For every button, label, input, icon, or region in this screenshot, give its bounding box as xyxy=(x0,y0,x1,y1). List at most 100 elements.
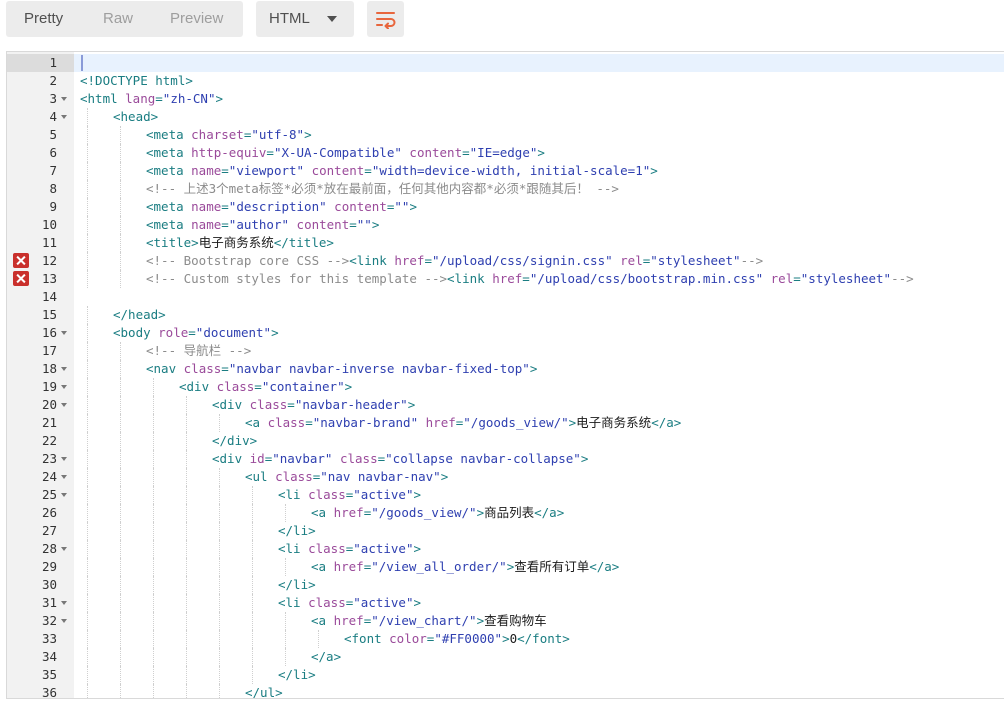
wrap-lines-button[interactable] xyxy=(367,1,404,37)
code-line[interactable]: 12 <!-- Bootstrap core CSS --><link href=… xyxy=(7,252,1004,270)
code-line[interactable]: 18 <nav class="navbar navbar-inverse navb… xyxy=(7,360,1004,378)
code-token: <!-- Bootstrap core CSS --> xyxy=(146,253,350,268)
code-line[interactable]: 14 xyxy=(7,288,1004,306)
code-line[interactable]: 20 <div class="navbar-header"> xyxy=(7,396,1004,414)
code-line[interactable]: 34 </a> xyxy=(7,648,1004,666)
fold-toggle-icon[interactable] xyxy=(61,457,67,461)
fold-toggle-icon[interactable] xyxy=(61,331,67,335)
code-line[interactable]: 7 <meta name="viewport" content="width=de… xyxy=(7,162,1004,180)
code-line[interactable]: 13 <!-- Custom styles for this template -… xyxy=(7,270,1004,288)
indent-guide xyxy=(252,558,253,576)
code-token: href xyxy=(394,253,425,268)
code-token: <html xyxy=(80,91,126,106)
indent-guide xyxy=(186,612,187,630)
code-line[interactable]: 29 <a href="/view_all_order/">查看所有订单</a> xyxy=(7,558,1004,576)
code-line[interactable]: 24 <ul class="nav navbar-nav"> xyxy=(7,468,1004,486)
indent-guide xyxy=(87,468,88,486)
fold-toggle-icon[interactable] xyxy=(61,97,67,101)
fold-toggle-icon[interactable] xyxy=(61,115,67,119)
code-token: <!DOCTYPE html> xyxy=(80,73,193,88)
line-number: 26 xyxy=(41,505,57,520)
fold-toggle-icon[interactable] xyxy=(61,367,67,371)
code-text: <!-- Bootstrap core CSS --><link href="/… xyxy=(146,252,763,270)
code-text: <meta charset="utf-8"> xyxy=(146,126,312,144)
code-line[interactable]: 23 <div id="navbar" class="collapse navba… xyxy=(7,450,1004,468)
code-token: <ul xyxy=(245,469,276,484)
code-line[interactable]: 35 </li> xyxy=(7,666,1004,684)
indent-guide xyxy=(120,594,121,612)
line-number: 33 xyxy=(41,631,57,646)
fold-toggle-icon[interactable] xyxy=(61,493,67,497)
code-line[interactable]: 15 </head> xyxy=(7,306,1004,324)
code-line[interactable]: 10 <meta name="author" content=""> xyxy=(7,216,1004,234)
code-line[interactable]: 2 <!DOCTYPE html> xyxy=(7,72,1004,90)
error-icon[interactable] xyxy=(13,253,29,268)
code-line[interactable]: 36 </ul> xyxy=(7,684,1004,698)
code-token: 商品列表 xyxy=(484,505,535,520)
indent-guide xyxy=(186,630,187,648)
indent-guide xyxy=(153,432,154,450)
error-icon[interactable] xyxy=(13,271,29,286)
code-line[interactable]: 33 <font color="#FF0000">0</font> xyxy=(7,630,1004,648)
fold-toggle-icon[interactable] xyxy=(61,601,67,605)
fold-toggle-icon[interactable] xyxy=(61,547,67,551)
indent-guide xyxy=(87,252,88,270)
code-line[interactable]: 31 <li class="active"> xyxy=(7,594,1004,612)
code-line[interactable]: 16 <body role="document"> xyxy=(7,324,1004,342)
code-line[interactable]: 22 </div> xyxy=(7,432,1004,450)
code-text: <div class="container"> xyxy=(179,378,352,396)
indent-guide xyxy=(87,198,88,216)
indent-guide xyxy=(219,504,220,522)
fold-toggle-icon[interactable] xyxy=(61,475,67,479)
code-line[interactable]: 6 <meta http-equiv="X-UA-Compatible" cont… xyxy=(7,144,1004,162)
code-token: <meta xyxy=(146,163,192,178)
indent-guide xyxy=(87,666,88,684)
indent-guide xyxy=(120,612,121,630)
code-line[interactable]: 8 <!-- 上述3个meta标签*必须*放在最前面，任何其他内容都*必须*跟随其… xyxy=(7,180,1004,198)
code-line[interactable]: 27 </li> xyxy=(7,522,1004,540)
fold-toggle-icon[interactable] xyxy=(61,403,67,407)
code-line[interactable]: 17 <!-- 导航栏 --> xyxy=(7,342,1004,360)
code-editor[interactable]: 1 2 <!DOCTYPE html> 3 <html lang="zh-CN"> 4 <h… xyxy=(6,51,1004,699)
code-line[interactable]: 1 xyxy=(7,54,1004,72)
code-line[interactable]: 21 <a class="navbar-brand" href="/goods_v… xyxy=(7,414,1004,432)
code-token: = xyxy=(155,91,163,106)
indent-guide xyxy=(219,612,220,630)
code-token: "/view_chart/" xyxy=(371,613,477,628)
indent-guide xyxy=(120,630,121,648)
code-token: = xyxy=(364,163,372,178)
indent-guide xyxy=(87,216,88,234)
code-token: class xyxy=(308,541,346,556)
indent-guide xyxy=(153,630,154,648)
indent-guide xyxy=(252,666,253,684)
code-line[interactable]: 25 <li class="active"> xyxy=(7,486,1004,504)
code-token: href xyxy=(492,271,523,286)
code-line[interactable]: 3 <html lang="zh-CN"> xyxy=(7,90,1004,108)
code-line[interactable]: 32 <a href="/view_chart/">查看购物车 xyxy=(7,612,1004,630)
code-line[interactable]: 26 <a href="/goods_view/">商品列表</a> xyxy=(7,504,1004,522)
code-line[interactable]: 30 </li> xyxy=(7,576,1004,594)
code-line[interactable]: 4 <head> xyxy=(7,108,1004,126)
tab-raw[interactable]: Raw xyxy=(103,1,133,37)
code-token: href xyxy=(333,505,364,520)
format-select[interactable]: HTML xyxy=(256,1,354,37)
indent-guide xyxy=(120,234,121,252)
code-text: </li> xyxy=(278,666,316,684)
line-number: 12 xyxy=(41,253,57,268)
line-number: 7 xyxy=(49,163,57,178)
code-line[interactable]: 19 <div class="container"> xyxy=(7,378,1004,396)
indent-guide xyxy=(186,522,187,540)
tab-pretty[interactable]: Pretty xyxy=(24,1,63,37)
code-line[interactable]: 11 <title>电子商务系统</title> xyxy=(7,234,1004,252)
fold-toggle-icon[interactable] xyxy=(61,385,67,389)
code-line[interactable]: 5 <meta charset="utf-8"> xyxy=(7,126,1004,144)
tab-preview[interactable]: Preview xyxy=(170,1,223,37)
fold-toggle-icon[interactable] xyxy=(61,619,67,623)
code-token: role xyxy=(158,325,189,340)
indent-guide xyxy=(285,630,286,648)
code-line[interactable]: 28 <li class="active"> xyxy=(7,540,1004,558)
code-line[interactable]: 9 <meta name="description" content=""> xyxy=(7,198,1004,216)
line-number: 5 xyxy=(49,127,57,142)
indent-guide xyxy=(252,540,253,558)
